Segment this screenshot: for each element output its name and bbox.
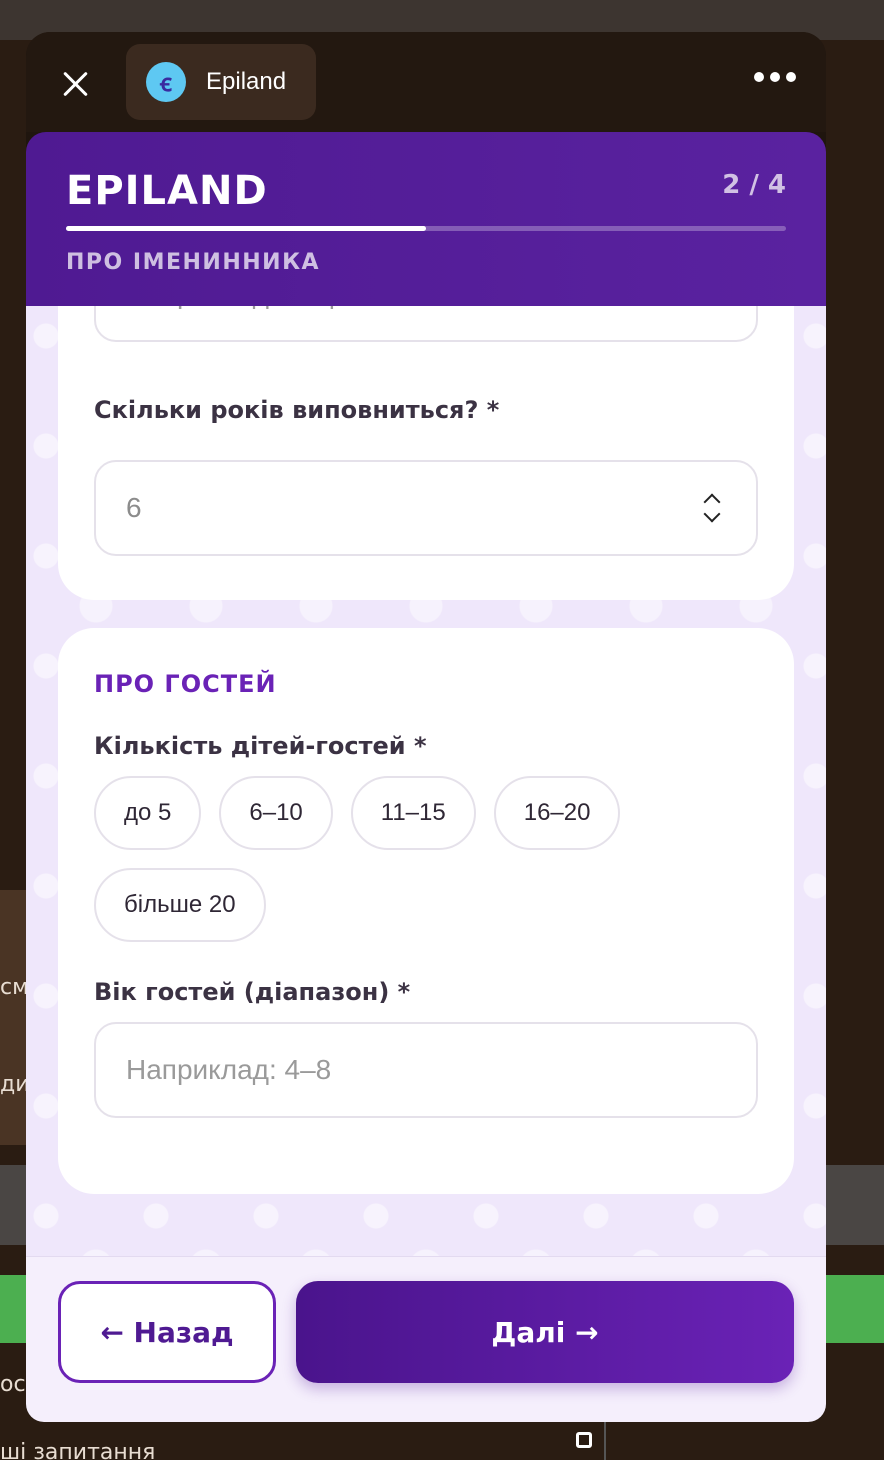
epiland-logo-icon: ꞓ xyxy=(146,62,186,102)
background-faq-text: ші запитання xyxy=(0,1440,156,1460)
more-options-icon[interactable] xyxy=(754,72,796,82)
step-counter: 2 / 4 xyxy=(722,170,786,200)
brand-logo: EPILAND xyxy=(66,168,268,214)
age-label: Скільки років виповниться? * xyxy=(94,396,500,424)
progress-fill xyxy=(66,226,426,231)
close-icon[interactable] xyxy=(58,66,94,102)
form-content[interactable]: Наприклад: Софія Скільки років виповнить… xyxy=(26,306,826,1256)
guest-count-option[interactable]: 16–20 xyxy=(493,776,621,850)
next-button[interactable]: Далі → xyxy=(296,1281,794,1383)
guest-count-options: до 5 6–10 11–15 16–20 більше 20 xyxy=(94,776,694,942)
background-divider xyxy=(604,1420,606,1460)
child-name-input[interactable]: Наприклад: Софія xyxy=(94,306,758,342)
guests-card: ПРО ГОСТЕЙ Кількість дітей-гостей * до 5… xyxy=(58,628,794,1194)
square-icon xyxy=(576,1432,592,1448)
guest-count-option[interactable]: 6–10 xyxy=(219,776,333,850)
number-stepper-icon[interactable] xyxy=(698,490,726,526)
back-button[interactable]: ← Назад xyxy=(58,1281,276,1383)
app-title-pill: ꞓ Epiland xyxy=(126,44,316,120)
form-footer: ← Назад Далі → xyxy=(26,1256,826,1422)
guest-count-option[interactable]: 11–15 xyxy=(350,776,476,850)
sheet-topbar: ꞓ Epiland xyxy=(26,32,826,132)
guest-count-label: Кількість дітей-гостей * xyxy=(94,732,427,760)
age-input[interactable]: 6 xyxy=(94,460,758,556)
background-text: см xyxy=(0,975,29,1000)
guest-count-option[interactable]: більше 20 xyxy=(94,868,266,942)
guest-age-input[interactable]: Наприклад: 4–8 xyxy=(94,1022,758,1118)
age-value: 6 xyxy=(126,492,142,523)
webapp-sheet: ꞓ Epiland EPILAND 2 / 4 ПРО ІМЕНИННИКА Н… xyxy=(26,32,826,1422)
form-header: EPILAND 2 / 4 ПРО ІМЕНИННИКА xyxy=(26,132,826,306)
guest-age-label: Вік гостей (діапазон) * xyxy=(94,978,411,1006)
guests-title: ПРО ГОСТЕЙ xyxy=(94,670,277,698)
progress-bar xyxy=(66,226,786,231)
guest-count-option[interactable]: до 5 xyxy=(94,776,202,850)
birthday-card: Наприклад: Софія Скільки років виповнить… xyxy=(58,306,794,600)
app-name: Epiland xyxy=(206,68,287,95)
section-title: ПРО ІМЕНИННИКА xyxy=(66,250,321,275)
